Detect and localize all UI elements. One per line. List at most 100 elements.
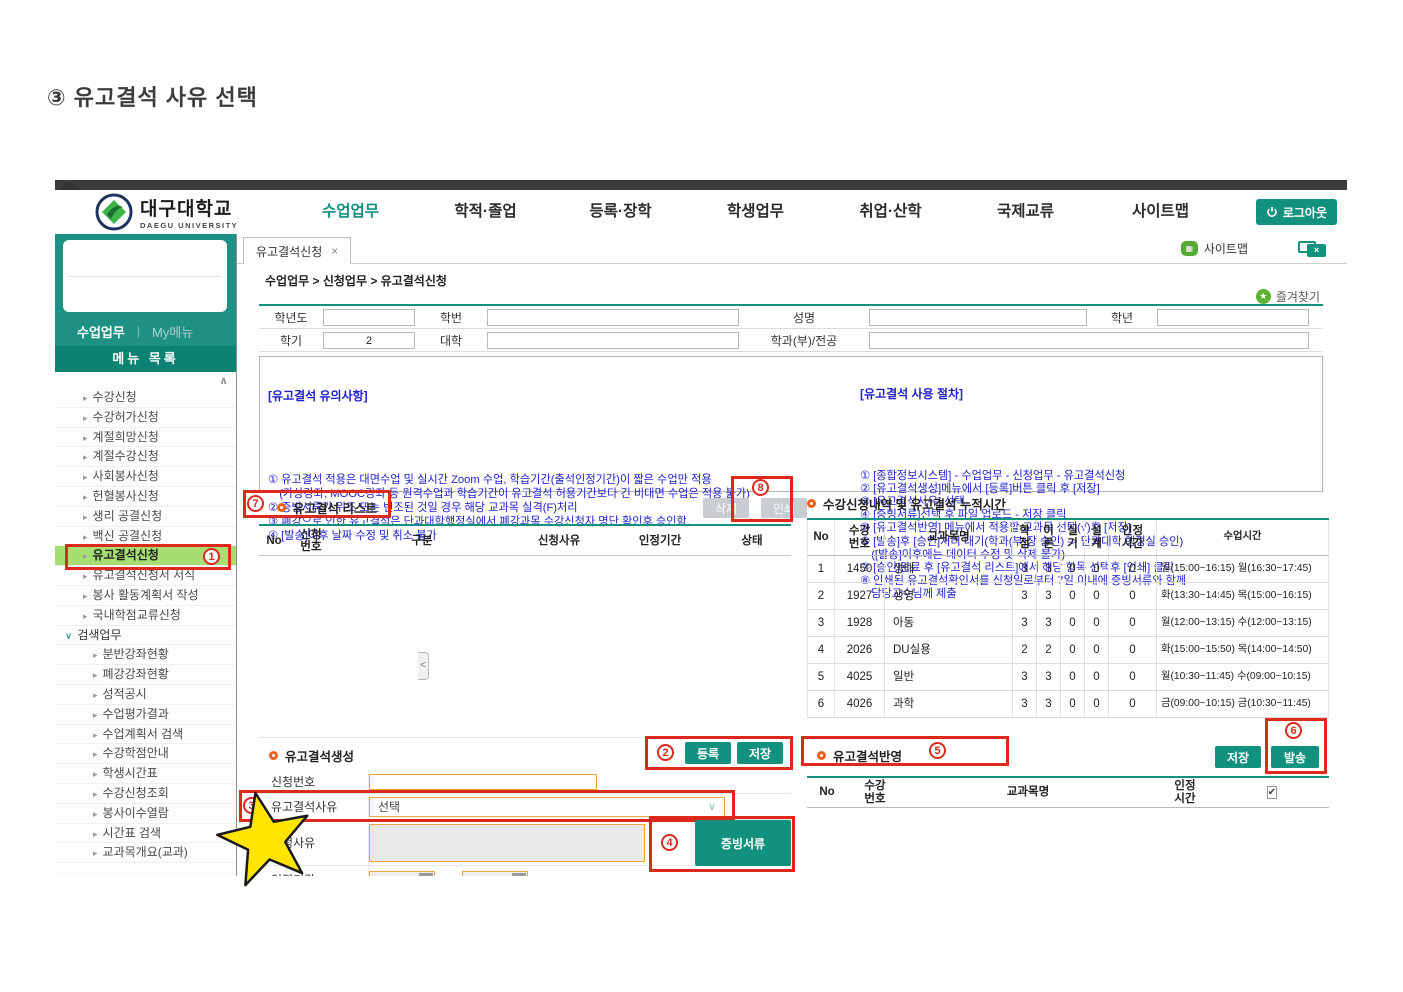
page: ③ 유고결석 사유 선택 대구대학교 DAEGU UNIVERSITY 수업업무…	[0, 0, 1403, 992]
delete-button[interactable]: 삭제	[703, 498, 749, 518]
bullet-icon	[817, 751, 826, 760]
nav-item-classwork[interactable]: 수업업무	[283, 190, 418, 234]
sidebar-menu-item[interactable]: ▸ 사회봉사신청	[55, 467, 236, 487]
college-field[interactable]	[487, 331, 739, 349]
detail-reason-input[interactable]	[369, 823, 645, 862]
apply-save-button[interactable]: 저장	[1215, 746, 1261, 768]
calendar-icon[interactable]	[419, 873, 433, 876]
triangle-icon: ▸	[93, 749, 98, 760]
close-icon[interactable]: ×	[331, 244, 338, 258]
chevron-down-icon: ∨	[65, 630, 73, 642]
col-reason: 신청사유	[537, 534, 581, 547]
sidebar-collapse-handle[interactable]: <	[418, 652, 429, 680]
sidebar-menu-item[interactable]: ▸ 유고결석신청서 서식	[55, 566, 236, 586]
sidebar-menu-item[interactable]: ▸ 국내학점교류신청	[55, 606, 236, 626]
print-button[interactable]: 인쇄	[761, 498, 807, 518]
sidebar-menu-item[interactable]: ▸ 수업계획서 검색	[55, 725, 236, 745]
triangle-icon: ▸	[83, 590, 88, 601]
sitemap-shortcut[interactable]: ▦ 사이트맵	[1180, 240, 1248, 257]
favorite-button[interactable]: ★ 즐겨찾기	[1255, 288, 1320, 305]
attach-document-button[interactable]: 증빙서류	[695, 820, 791, 866]
col-recognized-hours: 인정 시간	[1109, 520, 1157, 555]
annotation-4: 4	[661, 834, 678, 851]
triangle-icon: ▸	[83, 452, 88, 463]
scroll-up-icon[interactable]: ∧	[219, 374, 228, 387]
app-window: 대구대학교 DAEGU UNIVERSITY 수업업무 학적·졸업 등록·장학 …	[55, 180, 1347, 876]
sidebar-menu-item[interactable]: ▸ 백신 공결신청	[55, 527, 236, 547]
absence-list-title: 유고결석 리스트	[293, 502, 377, 516]
course-row[interactable]: 6 4026 과학 3 3 0 0 0 금(09:00~10:15) 금(10:…	[807, 691, 1329, 718]
send-button[interactable]: 발송	[1271, 746, 1319, 768]
tab-absence-apply[interactable]: 유고결석신청 ×	[243, 237, 352, 264]
sidebar-menu-item[interactable]: ▸ 생리 공결신청	[55, 507, 236, 527]
sidebar-tab-mymenu[interactable]: My메뉴	[152, 322, 193, 341]
col-no: No	[266, 534, 282, 547]
logout-button[interactable]: 로그아웃	[1255, 199, 1337, 225]
sidebar-menu-item[interactable]: ▸ 시간표 검색	[55, 824, 236, 844]
absence-list-table: No 신청 번호 구분 신청사유 인정기간 상태	[259, 524, 791, 738]
name-field[interactable]	[869, 308, 1087, 326]
menu-item-label: 수강신청	[92, 390, 137, 404]
university-logo[interactable]: 대구대학교 DAEGU UNIVERSITY	[95, 193, 238, 231]
menu-item-label: 헌혈봉사신청	[92, 488, 159, 503]
course-row[interactable]: 5 4025 일반 3 3 0 0 0 월(10:30~11:45) 수(09:…	[807, 664, 1329, 691]
menu-item-label: 수강학점안내	[102, 746, 169, 761]
sidebar-menu-item[interactable]: ▸ 수강신청	[55, 388, 236, 408]
checkbox-checked-icon[interactable]: ✔	[1266, 785, 1278, 799]
annotation-7: 7	[247, 495, 264, 512]
sidebar-menu-item[interactable]: ▸ 학생시간표	[55, 764, 236, 784]
nav-item-sitemap[interactable]: 사이트맵	[1093, 190, 1228, 234]
table-header-row: No 수강 번호 교과목명 학 점 이 론 실 기 설 계 인정 시간 수업시간	[807, 520, 1329, 556]
nav-item-career[interactable]: 취업·산학	[823, 190, 958, 234]
nav-item-student[interactable]: 학생업무	[688, 190, 823, 234]
sidebar-menu-item[interactable]: ▸ 계절희망신청	[55, 428, 236, 448]
sidebar-tab-classwork[interactable]: 수업업무	[77, 322, 125, 341]
sidebar-section-search[interactable]: ∨ 검색업무	[55, 626, 236, 646]
app-header: 대구대학교 DAEGU UNIVERSITY 수업업무 학적·졸업 등록·장학 …	[55, 190, 1347, 234]
course-row[interactable]: 1 1450 생태 3 3 0 0 0 월(15:00~16:15) 월(16:…	[807, 556, 1329, 583]
triangle-icon: ▸	[83, 393, 88, 403]
chevron-down-icon: ∨	[707, 801, 716, 813]
menu-item-label: 국내학점교류신청	[92, 607, 181, 622]
register-button[interactable]: 등록	[685, 742, 731, 764]
student-id-field[interactable]	[487, 308, 739, 326]
sidebar-menu-item[interactable]: ▸ 성적공시	[55, 685, 236, 705]
period-start-input[interactable]	[369, 870, 435, 876]
nav-item-international[interactable]: 국제교류	[958, 190, 1093, 234]
sidebar-menu-item[interactable]: ▸ 헌혈봉사신청	[55, 487, 236, 507]
courses-header: 수강신청내역 및 유고결석 누적시간	[807, 494, 1329, 516]
sidebar-menu-item[interactable]: ▸ 폐강강좌현황	[55, 665, 236, 685]
sidebar-menu-item[interactable]: ▸ 수업평가결과	[55, 705, 236, 725]
sidebar-menu-item[interactable]: ▸ 분반강좌현황	[55, 645, 236, 666]
nav-item-registration[interactable]: 등록·장학	[553, 190, 688, 234]
triangle-icon: ▸	[93, 650, 98, 661]
year-field[interactable]	[323, 308, 415, 326]
calendar-icon[interactable]	[512, 873, 527, 876]
grade-field[interactable]	[1157, 308, 1309, 326]
star-icon: ★	[1255, 289, 1271, 304]
menu-item-label: 계절희망신청	[92, 429, 159, 444]
col-period: 인정기간	[638, 534, 682, 547]
create-save-button[interactable]: 저장	[737, 742, 783, 764]
term-field[interactable]: 2	[323, 331, 415, 349]
absence-list-header: 유고결석 리스트 삭제 인쇄	[259, 494, 807, 522]
menu-section-label: 검색업무	[77, 627, 122, 642]
sidebar-menu-item[interactable]: ▸ 봉사 활동계획서 작성	[55, 586, 236, 606]
card-close-icon: ×	[1307, 244, 1326, 257]
course-row[interactable]: 2 1927 생명 3 3 0 0 0 화(13:30~14:45) 목(15:…	[807, 583, 1329, 610]
sidebar-menu-item[interactable]: ▸ 교과목개요(교과)	[55, 843, 236, 864]
course-row[interactable]: 4 2026 DU실용 2 2 0 0 0 화(15:00~15:50) 목(1…	[807, 637, 1329, 664]
apply-no-input[interactable]	[369, 773, 597, 790]
dept-field[interactable]	[869, 331, 1309, 349]
sidebar-menu-item[interactable]: ▸ 수강허가신청	[55, 408, 236, 428]
col-course-name: 교과목명	[885, 520, 1013, 555]
period-end-input[interactable]	[462, 870, 529, 876]
triangle-icon: ▸	[93, 769, 98, 780]
window-cards-icon[interactable]: ×	[1298, 241, 1326, 258]
sidebar-menu-item[interactable]: ▸ 수강학점안내	[55, 744, 236, 765]
reason-select[interactable]: 선택 ∨	[369, 796, 725, 817]
sidebar-menu-item[interactable]: ▸ 계절수강신청	[55, 447, 236, 468]
nav-item-records[interactable]: 학적·졸업	[418, 190, 553, 234]
col-no: No	[819, 786, 835, 799]
course-row[interactable]: 3 1928 아동 3 3 0 0 0 월(12:00~13:15) 수(12:…	[807, 610, 1329, 637]
